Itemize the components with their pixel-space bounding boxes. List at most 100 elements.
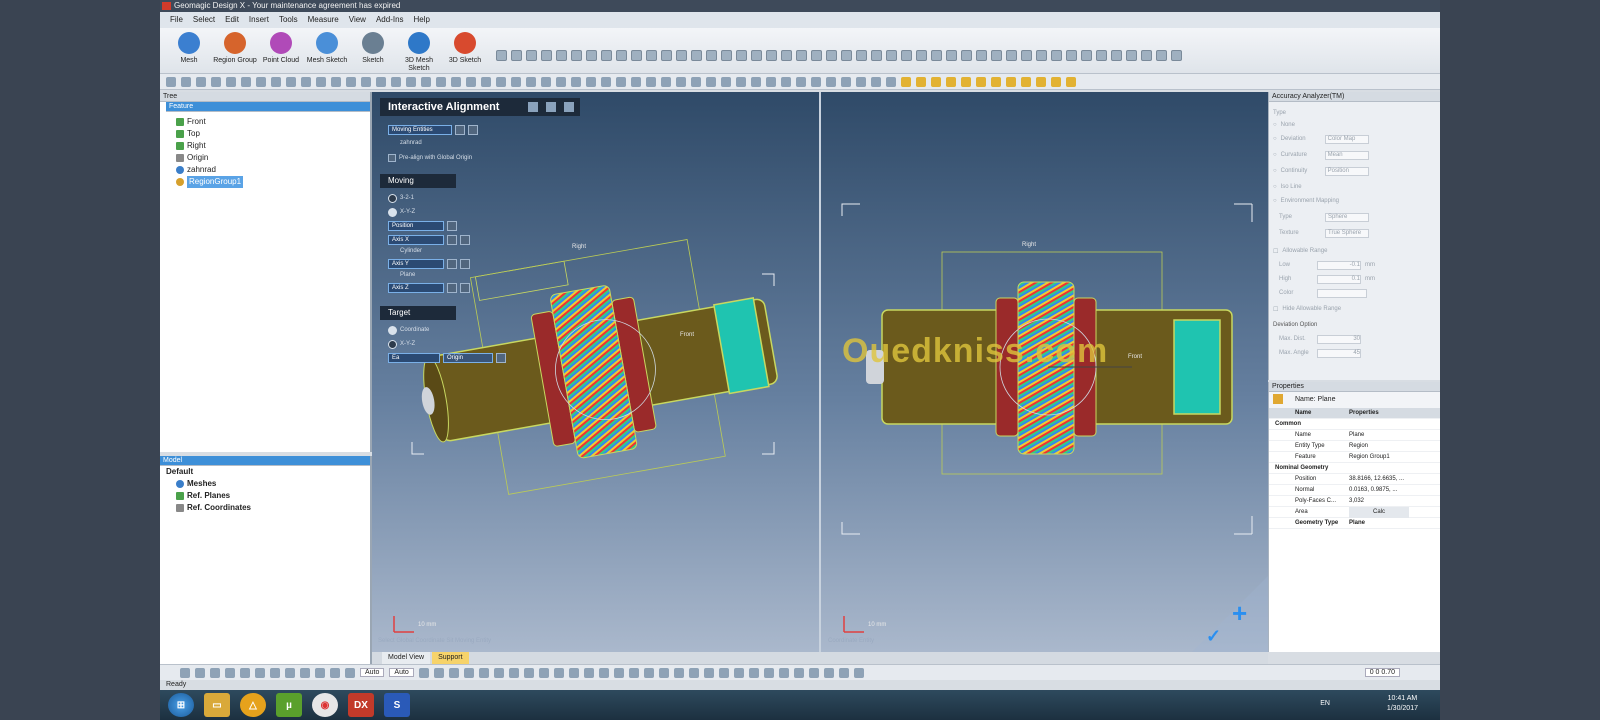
tool-icon[interactable] xyxy=(631,50,642,61)
radio-target-xyz[interactable] xyxy=(388,339,397,349)
tree-item-top[interactable]: Top xyxy=(176,128,200,140)
cancel-icon[interactable] xyxy=(564,102,574,112)
clear-icon[interactable] xyxy=(468,125,478,135)
model-item-ref-coordinates[interactable]: Ref. Coordinates xyxy=(176,502,251,514)
tool-icon[interactable] xyxy=(826,76,836,87)
menu-select[interactable]: Select xyxy=(193,12,215,28)
point-cloud-button[interactable]: Point Cloud xyxy=(258,28,304,73)
tool-icon[interactable] xyxy=(496,76,506,87)
tool-icon[interactable] xyxy=(901,76,911,87)
tool-icon[interactable] xyxy=(778,667,789,678)
select-icon[interactable] xyxy=(447,259,457,269)
curvature-select[interactable]: Mean xyxy=(1324,150,1369,160)
select-icon[interactable] xyxy=(447,235,457,245)
property-row[interactable]: Feature Region Group1 xyxy=(1269,452,1440,463)
tool-icon[interactable] xyxy=(766,50,777,61)
flip-icon[interactable] xyxy=(460,283,470,293)
tool-icon[interactable] xyxy=(976,76,986,87)
tool-icon[interactable] xyxy=(601,76,611,87)
tool-icon[interactable] xyxy=(270,667,280,678)
tool-icon[interactable] xyxy=(1051,50,1062,61)
menu-view[interactable]: View xyxy=(349,12,366,28)
tool-icon[interactable] xyxy=(1096,50,1107,61)
radio-icon[interactable]: ○ xyxy=(1273,198,1277,204)
start-button-icon[interactable]: ⊞ xyxy=(168,693,194,717)
tool-icon[interactable] xyxy=(361,76,371,87)
tool-icon[interactable] xyxy=(841,50,852,61)
radio-xyz[interactable] xyxy=(388,207,397,217)
tool-icon[interactable] xyxy=(316,76,326,87)
property-row[interactable]: Normal 0.0163, 0.9875, ... xyxy=(1269,485,1440,496)
tool-icon[interactable] xyxy=(991,76,1001,87)
screen-recorder-icon[interactable]: S xyxy=(384,693,410,717)
tool-icon[interactable] xyxy=(406,76,416,87)
tool-icon[interactable] xyxy=(376,76,386,87)
tool-icon[interactable] xyxy=(916,76,926,87)
tool-icon[interactable] xyxy=(496,50,507,61)
menu-measure[interactable]: Measure xyxy=(308,12,339,28)
3d-sketch-button[interactable]: 3D Sketch xyxy=(442,28,488,73)
tool-icon[interactable] xyxy=(688,667,699,678)
tool-icon[interactable] xyxy=(433,667,444,678)
radio-icon[interactable]: ○ xyxy=(1273,152,1277,158)
tool-icon[interactable] xyxy=(673,667,684,678)
tool-icon[interactable] xyxy=(1171,50,1182,61)
3d-mesh-sketch-button[interactable]: 3D Mesh Sketch xyxy=(396,28,442,73)
tool-icon[interactable] xyxy=(541,76,551,87)
tool-icon[interactable] xyxy=(736,76,746,87)
tool-icon[interactable] xyxy=(646,50,657,61)
tree-root-feature[interactable]: Feature xyxy=(166,102,370,112)
tool-icon[interactable] xyxy=(976,50,987,61)
tree-item-right[interactable]: Right xyxy=(176,140,206,152)
tool-icon[interactable] xyxy=(598,667,609,678)
tool-icon[interactable] xyxy=(1021,76,1031,87)
filter-auto-select[interactable]: Auto xyxy=(360,668,385,677)
sort-category-icon[interactable] xyxy=(1273,394,1283,404)
flip-icon[interactable] xyxy=(460,235,470,245)
tool-icon[interactable] xyxy=(808,667,819,678)
sketch-button[interactable]: Sketch xyxy=(350,28,396,73)
tool-icon[interactable] xyxy=(1006,76,1016,87)
axis-y-field[interactable]: Axis Y xyxy=(388,259,444,269)
tab-model-view[interactable]: Model View xyxy=(382,652,431,664)
tool-icon[interactable] xyxy=(856,76,866,87)
tool-icon[interactable] xyxy=(210,667,220,678)
tool-icon[interactable] xyxy=(331,76,341,87)
tool-icon[interactable] xyxy=(421,76,431,87)
axis-x-field[interactable]: Axis X xyxy=(388,235,444,245)
tool-icon[interactable] xyxy=(330,667,340,678)
tool-icon[interactable] xyxy=(691,76,701,87)
tool-icon[interactable] xyxy=(466,76,476,87)
target-entity-field[interactable]: Ea xyxy=(388,353,440,363)
tool-icon[interactable] xyxy=(586,50,597,61)
tool-icon[interactable] xyxy=(721,50,732,61)
ok-icon[interactable] xyxy=(528,102,538,112)
tool-icon[interactable] xyxy=(345,667,355,678)
tool-icon[interactable] xyxy=(195,667,205,678)
moving-section[interactable]: Moving xyxy=(380,174,456,188)
select-icon[interactable] xyxy=(455,125,465,135)
tool-icon[interactable] xyxy=(871,76,881,87)
target-option-coordinate[interactable]: Coordinate xyxy=(388,324,429,336)
tool-icon[interactable] xyxy=(796,76,806,87)
tool-icon[interactable] xyxy=(511,76,521,87)
deviation-select[interactable]: Color Map xyxy=(1324,134,1369,144)
next-icon[interactable] xyxy=(546,102,556,112)
option-none[interactable]: ○ None xyxy=(1273,120,1295,130)
tool-icon[interactable] xyxy=(240,667,250,678)
tool-icon[interactable] xyxy=(946,50,957,61)
tool-icon[interactable] xyxy=(1036,50,1047,61)
model-item-ref-planes[interactable]: Ref. Planes xyxy=(176,490,230,502)
checkbox-icon[interactable]: ☐ xyxy=(1273,306,1278,313)
model-item-meshes[interactable]: Meshes xyxy=(176,478,216,490)
tree-item-region-group[interactable]: RegionGroup1 xyxy=(176,176,244,188)
language-indicator[interactable]: EN xyxy=(1320,700,1330,707)
menu-insert[interactable]: Insert xyxy=(249,12,269,28)
tool-icon[interactable] xyxy=(226,76,236,87)
tool-icon[interactable] xyxy=(838,667,849,678)
tool-icon[interactable] xyxy=(391,76,401,87)
texture-select[interactable]: True Sphere xyxy=(1325,228,1369,238)
design-x-icon[interactable]: DX xyxy=(348,693,374,717)
tool-icon[interactable] xyxy=(1006,50,1017,61)
mesh-button[interactable]: Mesh xyxy=(166,28,212,73)
